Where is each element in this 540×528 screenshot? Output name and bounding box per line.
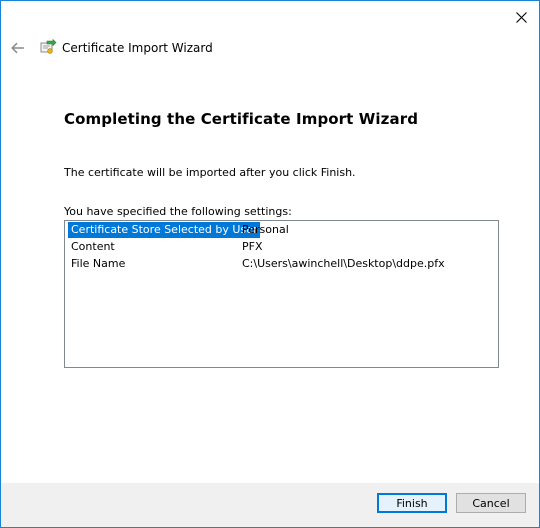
settings-list[interactable]: Certificate Store Selected by User Perso… — [64, 220, 499, 368]
close-icon — [515, 11, 527, 23]
settings-row[interactable]: Certificate Store Selected by User Perso… — [65, 221, 498, 238]
back-arrow-icon — [11, 42, 24, 54]
wizard-title: Certificate Import Wizard — [62, 41, 213, 55]
settings-value: PFX — [242, 240, 263, 253]
cancel-button[interactable]: Cancel — [456, 493, 526, 513]
finish-button[interactable]: Finish — [377, 493, 447, 513]
settings-row[interactable]: Content PFX — [65, 238, 498, 255]
back-button[interactable] — [7, 37, 29, 59]
certificate-icon — [39, 38, 57, 57]
wizard-window: Certificate Import Wizard Completing the… — [0, 0, 540, 528]
info-text: The certificate will be imported after y… — [64, 166, 356, 179]
settings-value: Personal — [242, 223, 289, 236]
settings-key: File Name — [71, 257, 126, 270]
close-button[interactable] — [504, 3, 538, 31]
settings-label: You have specified the following setting… — [64, 205, 292, 218]
settings-key: Content — [71, 240, 115, 253]
page-heading: Completing the Certificate Import Wizard — [64, 110, 419, 128]
settings-value: C:\Users\awinchell\Desktop\ddpe.pfx — [242, 257, 445, 270]
settings-row[interactable]: File Name C:\Users\awinchell\Desktop\ddp… — [65, 255, 498, 272]
settings-key: Certificate Store Selected by User — [68, 222, 261, 238]
